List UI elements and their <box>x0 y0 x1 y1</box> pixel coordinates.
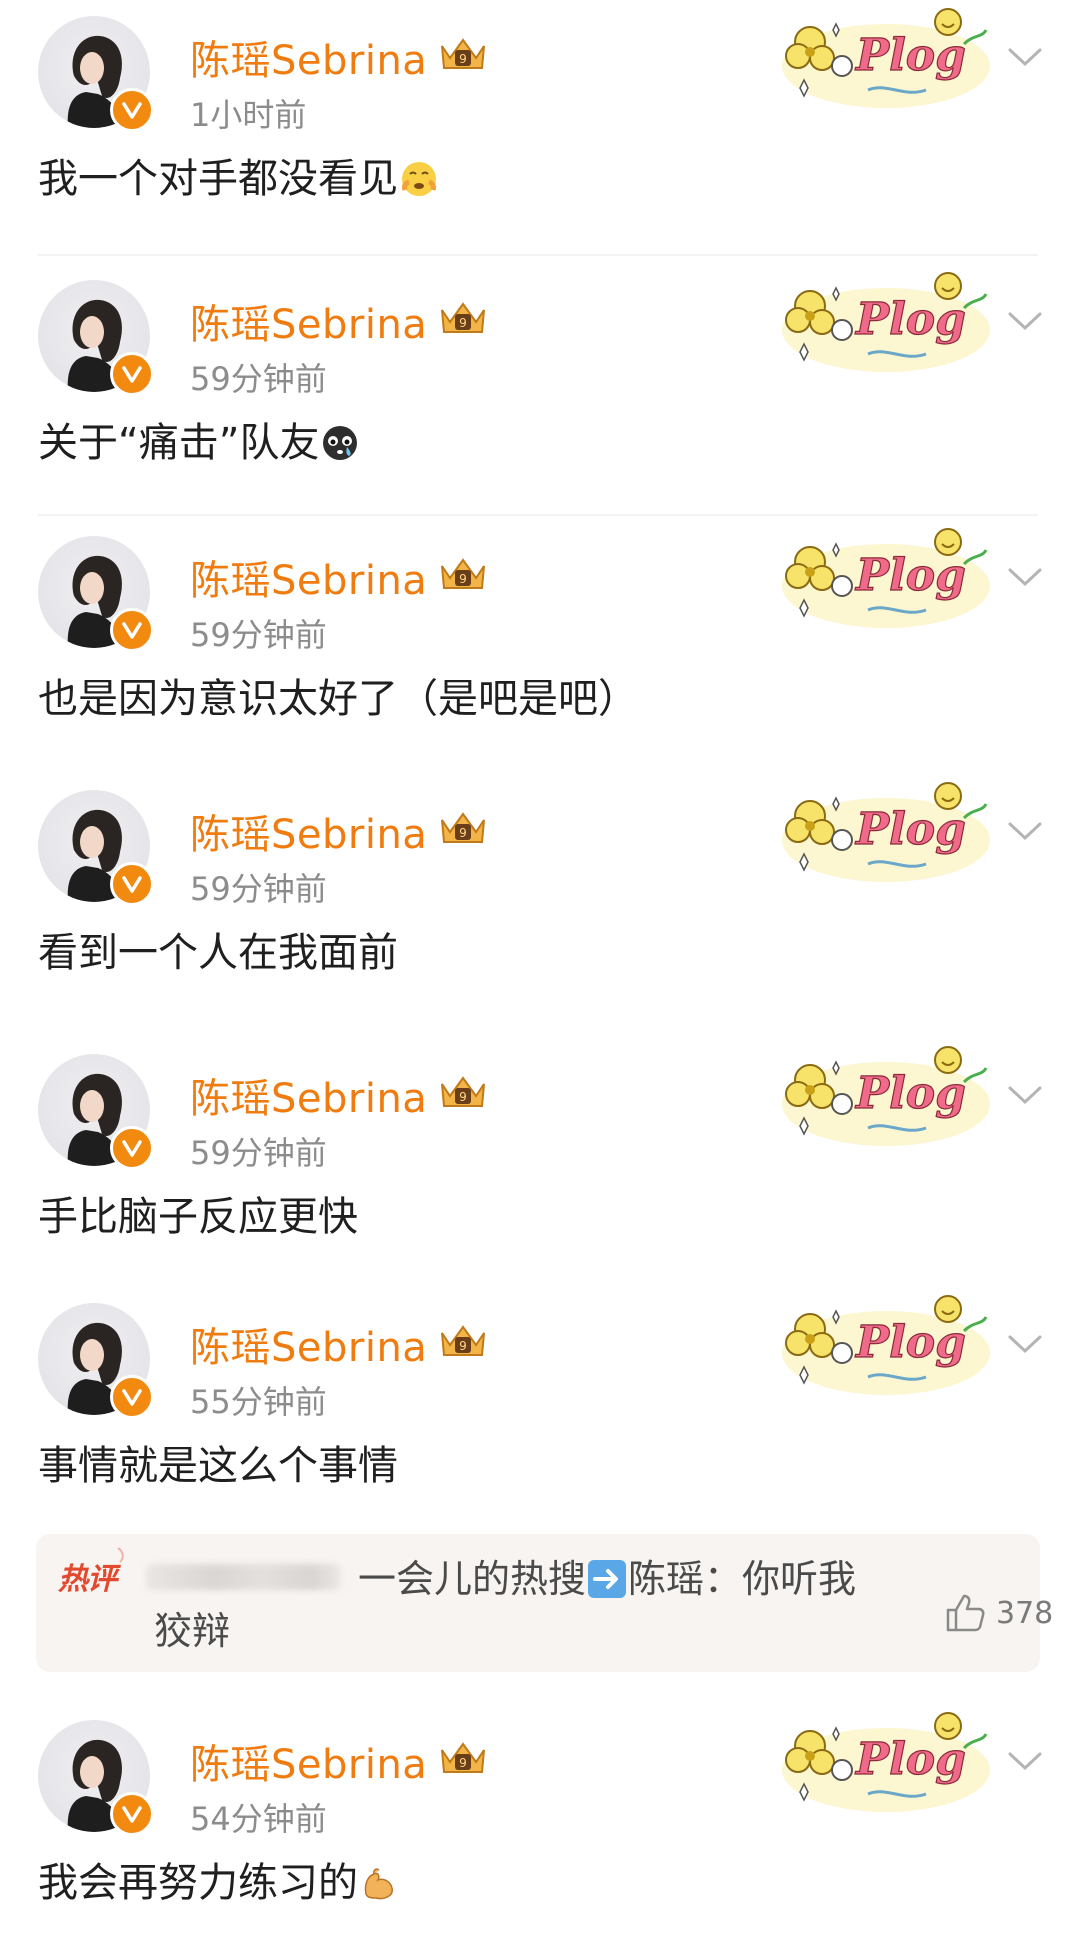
verified-badge-icon <box>110 1126 154 1170</box>
chevron-down-icon[interactable] <box>1004 306 1046 336</box>
svg-text:Plog: Plog <box>854 30 966 81</box>
chevron-down-icon[interactable] <box>1004 816 1046 846</box>
svg-text:9: 9 <box>459 1090 467 1104</box>
divider <box>38 514 1038 516</box>
hot-comment[interactable]: 热评 一会儿的热搜 陈瑶：你听我 狡辩 378 <box>36 1534 1053 1672</box>
member-crown-icon: 9 <box>441 1742 485 1773</box>
post-content: 事情就是这么个事情 <box>38 1443 398 1489</box>
post-time: 1小时前 <box>190 96 307 134</box>
svg-text:9: 9 <box>459 1339 467 1353</box>
member-crown-icon: 9 <box>441 1325 485 1356</box>
hot-comment-text: 一会儿的热搜 陈瑶：你听我 <box>358 1557 857 1601</box>
chevron-down-icon[interactable] <box>1004 1329 1046 1359</box>
svg-text:9: 9 <box>459 1756 467 1770</box>
username[interactable]: 陈瑶Sebrina <box>190 1732 427 1790</box>
post-content: 我会再努力练习的 <box>38 1850 398 1908</box>
username[interactable]: 陈瑶Sebrina <box>190 1315 427 1373</box>
plog-sticker-icon: Plog <box>782 1712 990 1812</box>
post-time: 59分钟前 <box>190 616 327 654</box>
post-time: 55分钟前 <box>190 1383 327 1421</box>
svg-text:9: 9 <box>459 572 467 586</box>
chevron-down-icon[interactable] <box>1004 1746 1046 1776</box>
verified-badge-icon <box>110 608 154 652</box>
divider <box>38 254 1038 256</box>
member-crown-icon: 9 <box>441 1076 485 1107</box>
plog-sticker-icon: Plog <box>782 272 990 372</box>
username[interactable]: 陈瑶Sebrina <box>190 28 427 86</box>
chevron-down-icon[interactable] <box>1004 42 1046 72</box>
post-content: 也是因为意识太好了（是吧是吧） <box>38 676 638 722</box>
chevron-down-icon[interactable] <box>1004 1080 1046 1110</box>
thumbs-up-icon[interactable] <box>942 1590 988 1636</box>
post-time: 54分钟前 <box>190 1800 327 1838</box>
plog-sticker-icon: Plog <box>782 1046 990 1146</box>
svg-text:Plog: Plog <box>854 1734 966 1785</box>
username[interactable]: 陈瑶Sebrina <box>190 548 427 606</box>
tearful-face-emoji <box>323 426 358 460</box>
verified-badge-icon <box>110 862 154 906</box>
svg-text:Plog: Plog <box>854 550 966 601</box>
hot-comment-tag: 热评 <box>58 1562 117 1597</box>
member-crown-icon: 9 <box>441 302 485 333</box>
post-time: 59分钟前 <box>190 870 327 908</box>
username[interactable]: 陈瑶Sebrina <box>190 802 427 860</box>
plog-sticker-icon: Plog <box>782 8 990 108</box>
svg-text:9: 9 <box>459 826 467 840</box>
svg-text:Plog: Plog <box>854 1317 966 1368</box>
username[interactable]: 陈瑶Sebrina <box>190 1066 427 1124</box>
flexed-biceps-emoji <box>364 1868 393 1900</box>
member-crown-icon: 9 <box>441 38 485 69</box>
crying-face-emoji <box>402 162 436 196</box>
post-content: 关于“痛击”队友 <box>38 410 359 468</box>
post-time: 59分钟前 <box>190 1134 327 1172</box>
chevron-down-icon[interactable] <box>1004 562 1046 592</box>
right-arrow-emoji <box>588 1560 627 1598</box>
like-count: 378 <box>996 1596 1054 1631</box>
blurred-username <box>146 1564 341 1590</box>
plog-sticker-icon: Plog <box>782 528 990 628</box>
plog-sticker-icon: Plog <box>782 782 990 882</box>
verified-badge-icon <box>110 88 154 132</box>
svg-text:Plog: Plog <box>854 804 966 855</box>
comment-feed: 陈瑶Sebrina 9 1小时前 Plog 我一个对手都没看见 陈瑶Sebrin… <box>0 0 1080 1960</box>
plog-sticker-icon: Plog <box>782 1295 990 1395</box>
post-content: 我一个对手都没看见 <box>38 146 438 204</box>
post-content: 手比脑子反应更快 <box>38 1194 358 1240</box>
hot-comment-text-continued: 狡辩 <box>154 1609 231 1653</box>
username[interactable]: 陈瑶Sebrina <box>190 292 427 350</box>
svg-text:9: 9 <box>459 316 467 330</box>
svg-text:Plog: Plog <box>854 294 966 345</box>
verified-badge-icon <box>110 352 154 396</box>
post-content: 看到一个人在我面前 <box>38 930 398 976</box>
svg-text:Plog: Plog <box>854 1068 966 1119</box>
post-time: 59分钟前 <box>190 360 327 398</box>
member-crown-icon: 9 <box>441 812 485 843</box>
svg-text:9: 9 <box>459 52 467 66</box>
verified-badge-icon <box>110 1792 154 1836</box>
member-crown-icon: 9 <box>441 558 485 589</box>
verified-badge-icon <box>110 1375 154 1419</box>
